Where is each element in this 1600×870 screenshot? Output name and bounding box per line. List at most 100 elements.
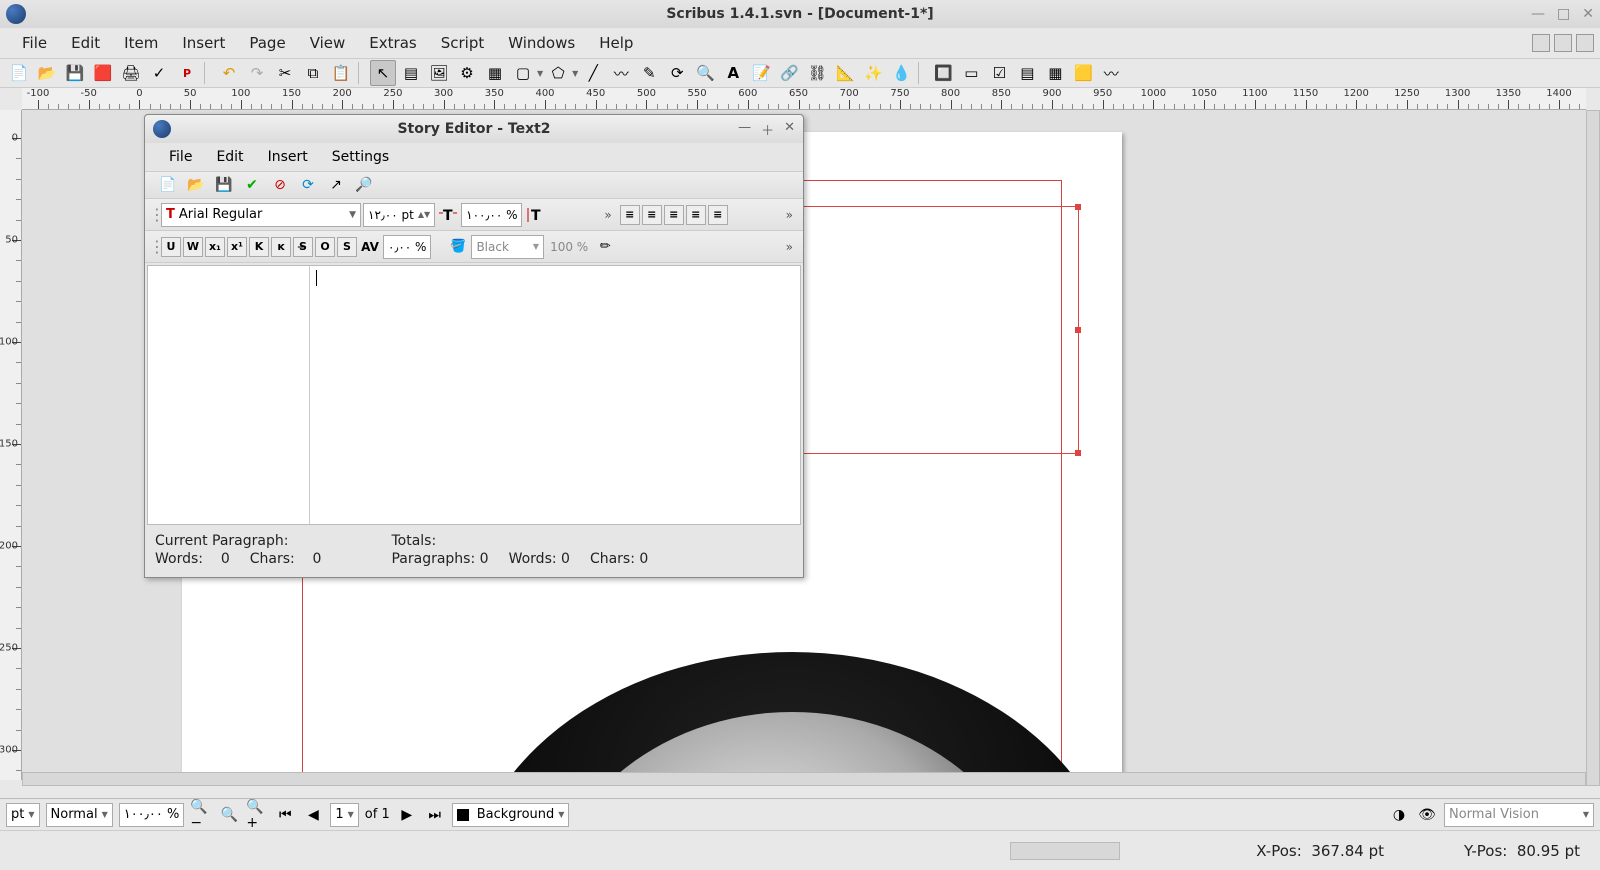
pdf-annotation-tool[interactable]: 🟨 xyxy=(1070,60,1096,86)
first-page-button[interactable]: ⏮ xyxy=(274,804,296,826)
minimize-button[interactable]: — xyxy=(1531,6,1545,22)
zoom-100-button[interactable]: 🔍 xyxy=(218,804,240,826)
menu-extras[interactable]: Extras xyxy=(357,30,428,56)
link-frames-button[interactable]: 🔗 xyxy=(776,60,802,86)
underline-button[interactable]: U xyxy=(161,237,181,257)
align-forced-button[interactable]: ≡ xyxy=(708,205,728,225)
story-new-button[interactable]: 📄 xyxy=(157,174,179,196)
menu-windows[interactable]: Windows xyxy=(496,30,587,56)
story-maximize-button[interactable]: ＋ xyxy=(761,120,774,139)
copy-props-button[interactable]: ✨ xyxy=(860,60,886,86)
align-justify-button[interactable]: ≡ xyxy=(686,205,706,225)
mdi-minimize-icon[interactable] xyxy=(1532,34,1550,52)
last-page-button[interactable]: ⏭ xyxy=(424,804,446,826)
outline-button[interactable]: O xyxy=(315,237,335,257)
zoom-out-button[interactable]: 🔍− xyxy=(190,804,212,826)
font-size-input[interactable]: ١٢٫٠٠ pt▲▼ xyxy=(363,203,435,227)
save-button[interactable]: 💾 xyxy=(62,60,88,86)
frame-handle[interactable] xyxy=(1075,450,1081,456)
pdf-pushbutton-tool[interactable]: 🔲 xyxy=(930,60,956,86)
scaling-width-input[interactable]: ١٠٠٫٠٠ % xyxy=(461,203,522,227)
vision-selector[interactable]: Normal Vision▼ xyxy=(1444,803,1594,827)
pdf-link-tool[interactable]: 〰 xyxy=(1098,60,1124,86)
pdf-checkbox-tool[interactable]: ☑ xyxy=(986,60,1012,86)
menu-page[interactable]: Page xyxy=(237,30,297,56)
preview-toggle-icon[interactable]: 👁 xyxy=(1416,804,1438,826)
pdf-button[interactable]: P xyxy=(174,60,200,86)
mdi-close-icon[interactable] xyxy=(1576,34,1594,52)
row2-overflow[interactable]: » xyxy=(780,240,799,254)
next-page-button[interactable]: ▶ xyxy=(396,804,418,826)
cms-toggle-icon[interactable]: ◑ xyxy=(1388,804,1410,826)
vertical-ruler[interactable]: 050100150200250300 xyxy=(0,110,22,780)
subscript-button[interactable]: x₁ xyxy=(205,237,225,257)
layer-selector[interactable]: Background▼ xyxy=(452,803,570,827)
open-button[interactable]: 📂 xyxy=(34,60,60,86)
row-overflow-2[interactable]: » xyxy=(780,208,799,222)
story-editor-button[interactable]: 📝 xyxy=(748,60,774,86)
print-button[interactable]: 🖨 xyxy=(118,60,144,86)
freehand-tool[interactable]: ✎ xyxy=(636,60,662,86)
cut-button[interactable]: ✂ xyxy=(272,60,298,86)
shape-tool[interactable]: ▢▼ xyxy=(510,60,543,86)
shadow-button[interactable]: S xyxy=(337,237,357,257)
story-minimize-button[interactable]: — xyxy=(738,120,751,139)
redo-button[interactable]: ↷ xyxy=(244,60,270,86)
menu-script[interactable]: Script xyxy=(429,30,497,56)
strikeout-button[interactable]: S̶ xyxy=(293,237,313,257)
story-exit-nosave-button[interactable]: ⊘ xyxy=(269,174,291,196)
rotate-tool[interactable]: ⟳ xyxy=(664,60,690,86)
story-menu-settings[interactable]: Settings xyxy=(320,147,401,167)
maximize-button[interactable]: □ xyxy=(1557,6,1570,22)
fill-color-combo[interactable]: Black▼ xyxy=(471,235,544,259)
horizontal-scrollbar[interactable] xyxy=(22,772,1586,786)
text-input-area[interactable] xyxy=(310,266,800,524)
close-doc-button[interactable]: 🟥 xyxy=(90,60,116,86)
preflight-button[interactable]: ✓ xyxy=(146,60,172,86)
story-menu-insert[interactable]: Insert xyxy=(256,147,320,167)
undo-button[interactable]: ↶ xyxy=(216,60,242,86)
new-doc-button[interactable]: 📄 xyxy=(6,60,32,86)
select-tool[interactable]: ↖ xyxy=(370,60,396,86)
frame-handle[interactable] xyxy=(1075,204,1081,210)
frame-handle[interactable] xyxy=(1075,327,1081,333)
fill-shade-input[interactable]: 100 % xyxy=(546,235,592,259)
render-frame-tool[interactable]: ⚙ xyxy=(454,60,480,86)
underline-words-button[interactable]: W xyxy=(183,237,203,257)
horizontal-ruler[interactable]: -100-50050100150200250300350400450500550… xyxy=(22,88,1586,110)
copy-button[interactable]: ⧉ xyxy=(300,60,326,86)
align-center-button[interactable]: ≡ xyxy=(642,205,662,225)
bezier-tool[interactable]: 〰 xyxy=(608,60,634,86)
story-search-button[interactable]: 🔎 xyxy=(353,174,375,196)
row-overflow[interactable]: » xyxy=(598,208,617,222)
vertical-scrollbar[interactable] xyxy=(1586,110,1600,786)
prev-page-button[interactable]: ◀ xyxy=(302,804,324,826)
unit-selector[interactable]: pt▼ xyxy=(6,803,40,827)
table-tool[interactable]: ▦ xyxy=(482,60,508,86)
align-left-button[interactable]: ≡ xyxy=(620,205,640,225)
paragraph-style-pane[interactable] xyxy=(148,266,310,524)
story-update-button[interactable]: ✔ xyxy=(241,174,263,196)
menu-edit[interactable]: Edit xyxy=(59,30,112,56)
story-menu-edit[interactable]: Edit xyxy=(204,147,255,167)
paste-button[interactable]: 📋 xyxy=(328,60,354,86)
image-frame-tool[interactable]: 🖼 xyxy=(426,60,452,86)
line-tool[interactable]: ╱ xyxy=(580,60,606,86)
story-update-frame-button[interactable]: ↗ xyxy=(325,174,347,196)
menu-view[interactable]: View xyxy=(298,30,358,56)
menu-item[interactable]: Item xyxy=(112,30,170,56)
superscript-button[interactable]: x¹ xyxy=(227,237,247,257)
edit-contents-tool[interactable]: A xyxy=(720,60,746,86)
eyedropper-tool[interactable]: 💧 xyxy=(888,60,914,86)
measure-tool[interactable]: 📐 xyxy=(832,60,858,86)
story-close-button[interactable]: ✕ xyxy=(784,120,795,139)
story-open-button[interactable]: 📂 xyxy=(185,174,207,196)
close-button[interactable]: ✕ xyxy=(1582,6,1594,22)
mdi-restore-icon[interactable] xyxy=(1554,34,1572,52)
preview-mode-selector[interactable]: Normal▼ xyxy=(46,803,113,827)
menu-help[interactable]: Help xyxy=(587,30,645,56)
tracking-input[interactable]: ٠٫٠٠ % xyxy=(383,235,431,259)
align-right-button[interactable]: ≡ xyxy=(664,205,684,225)
pdf-listbox-tool[interactable]: ▦ xyxy=(1042,60,1068,86)
pdf-textfield-tool[interactable]: ▭ xyxy=(958,60,984,86)
